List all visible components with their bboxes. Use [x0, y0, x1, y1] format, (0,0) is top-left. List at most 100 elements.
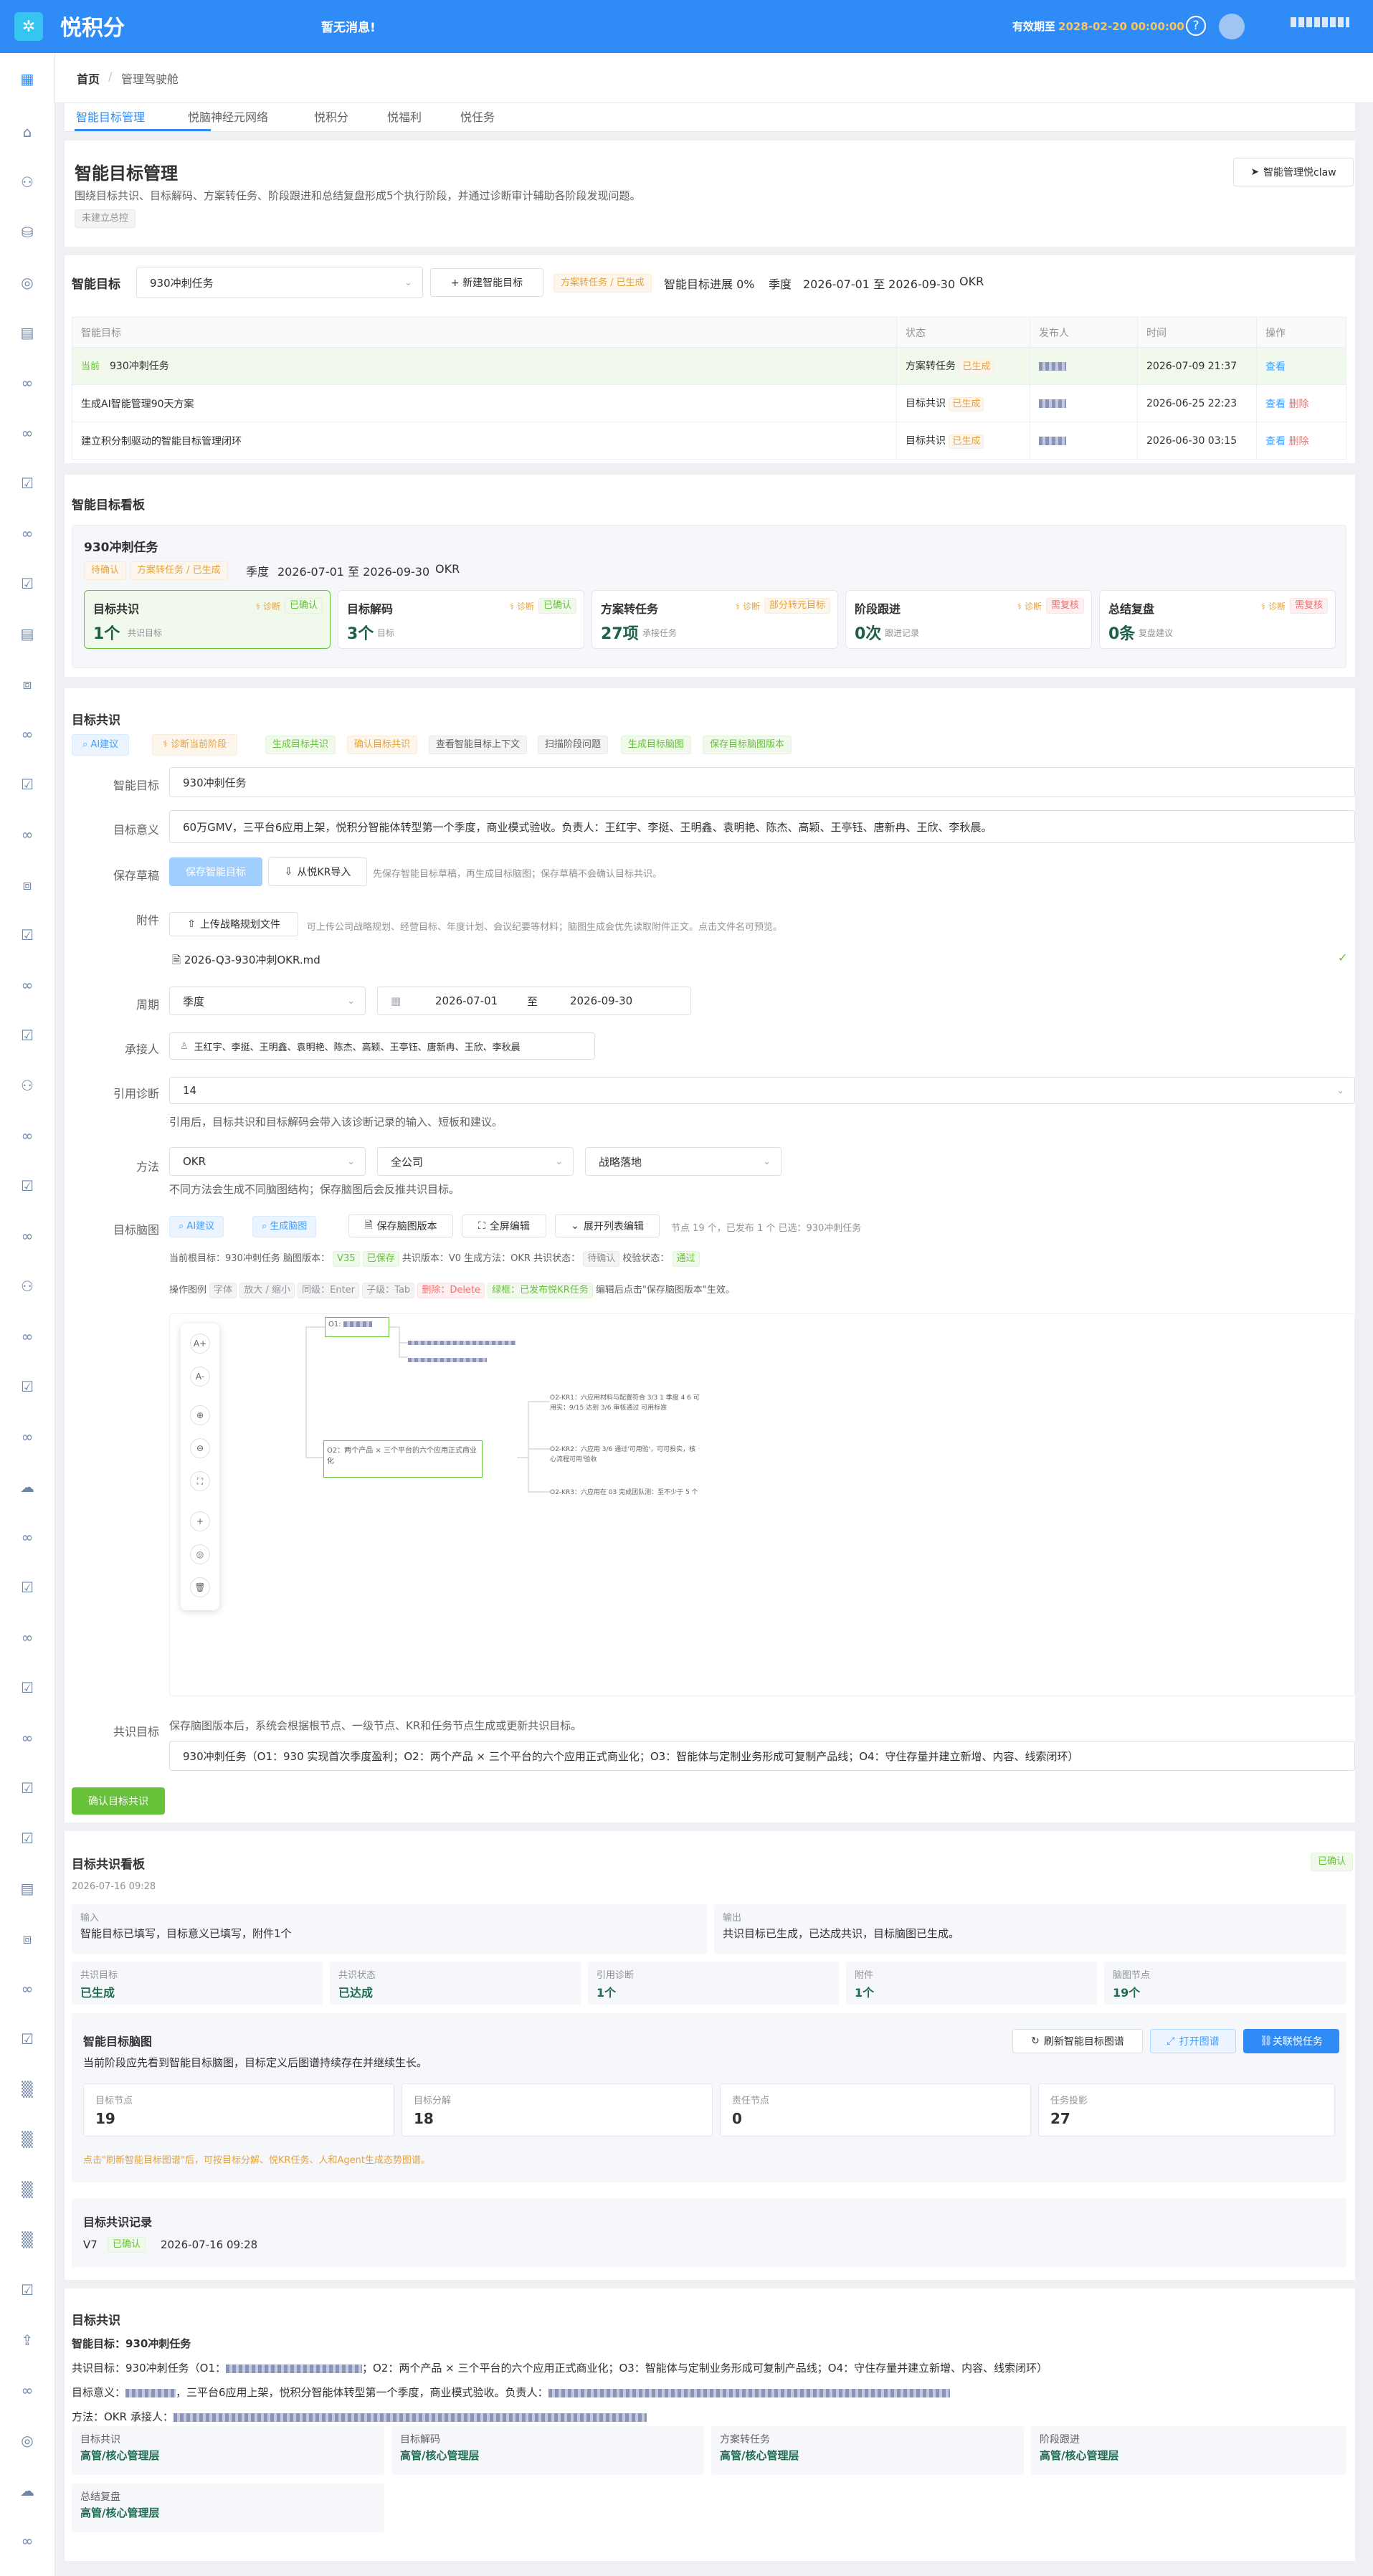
font-increase-icon[interactable]: A+ — [190, 1334, 210, 1354]
claw-button[interactable]: ➤ 智能管理悦claw — [1233, 158, 1354, 186]
share-field[interactable]: 930冲刺任务（O1：930 实现首次季度盈利；O2：两个产品 × 三个平台的六… — [169, 1741, 1355, 1771]
help-icon[interactable]: ? — [1186, 16, 1206, 36]
diagnose-icon[interactable]: ⚕ 诊断 — [736, 600, 760, 612]
diagnose-icon[interactable]: ⚕ 诊断 — [1261, 600, 1286, 612]
database-icon[interactable]: ⛁ — [14, 219, 40, 245]
avatar[interactable] — [1219, 14, 1245, 39]
target-icon[interactable]: ◎ — [14, 270, 40, 295]
user-name-blurred[interactable] — [1291, 17, 1349, 27]
mindmap-canvas[interactable]: O1: O2：两个产品 × 三个平台的六个应用正式商业化 O2-KR1：六应用材… — [169, 1313, 1355, 1696]
link-icon[interactable]: ∞ — [14, 721, 40, 747]
cloud-icon[interactable]: ☁ — [14, 1474, 40, 1500]
link-icon[interactable]: ∞ — [14, 822, 40, 847]
mindmap-node-blurred[interactable] — [408, 1336, 516, 1349]
notice-text[interactable]: 暂无消息! — [321, 17, 376, 35]
open-graph-button[interactable]: ⤢ 打开图谱 — [1150, 2029, 1236, 2053]
link-icon[interactable]: ∞ — [14, 370, 40, 396]
view-link[interactable]: 查看 — [1265, 399, 1286, 410]
org-icon[interactable]: ⚇ — [14, 1273, 40, 1299]
refresh-graph-button[interactable]: ↻ 刷新智能目标图谱 — [1012, 2029, 1143, 2053]
import-kr-button[interactable]: ⇩ 从悦KR导入 — [268, 857, 367, 886]
mindmap-node-blurred[interactable] — [408, 1353, 487, 1366]
zoom-out-icon[interactable]: ⊖ — [190, 1438, 210, 1458]
confirm-consensus-tag[interactable]: 确认目标共识 — [347, 736, 418, 754]
font-decrease-icon[interactable]: A- — [190, 1367, 210, 1387]
org-icon[interactable]: ⚇ — [14, 169, 40, 195]
link-icon[interactable]: ∞ — [14, 972, 40, 998]
diagnose-icon[interactable]: ⚕ 诊断 — [1017, 600, 1042, 612]
task-icon[interactable]: ☑ — [14, 2026, 40, 2052]
avatar-blurred-icon[interactable]: ▒ — [14, 2126, 40, 2152]
home-icon[interactable]: ⌂ — [14, 119, 40, 145]
gen-mindmap-button[interactable]: 生成目标脑图 — [621, 736, 692, 754]
tab-points[interactable]: 悦积分 — [314, 108, 348, 125]
task-icon[interactable]: ☑ — [14, 2277, 40, 2303]
target-icon[interactable]: ◎ — [14, 2428, 40, 2453]
link-icon[interactable]: ∞ — [14, 2528, 40, 2554]
view-link[interactable]: 查看 — [1265, 361, 1286, 373]
org-icon[interactable]: ⚇ — [14, 1073, 40, 1098]
mindmap-node-kr2[interactable]: O2-KR2：六应用 3/6 通过'可用验'，可可投实，核心流程可用'验收 — [550, 1445, 700, 1465]
cite-select[interactable]: 14 ⌄ — [169, 1077, 1355, 1104]
ai-suggest-button[interactable]: ⌕ AI建议 — [72, 734, 130, 756]
task-icon[interactable]: ☑ — [14, 571, 40, 597]
link-task-button[interactable]: ⛓ 关联悦任务 — [1243, 2029, 1339, 2053]
mm-ai-button[interactable]: ⌕ AI建议 — [169, 1216, 224, 1237]
view-link[interactable]: 查看 — [1265, 436, 1286, 447]
gen-consensus-button[interactable]: 生成目标共识 — [265, 736, 336, 754]
table-row[interactable]: 生成AI智能管理90天方案 目标共识 已生成 2026-06-25 22:23 … — [72, 384, 1346, 422]
task-icon[interactable]: ☑ — [14, 470, 40, 496]
document-icon[interactable]: ▤ — [14, 320, 40, 346]
task-icon[interactable]: ☑ — [14, 1775, 40, 1801]
date-range-picker[interactable]: ▦ 2026-07-01 至 2026-09-30 — [377, 987, 691, 1015]
link-icon[interactable]: ∞ — [14, 2377, 40, 2403]
tab-welfare[interactable]: 悦福利 — [387, 108, 422, 125]
mindmap-node-kr3[interactable]: O2-KR3：六应用在 03 完成团队测：至不少于 5 个 — [550, 1488, 700, 1498]
table-row[interactable]: 建立积分制驱动的智能目标管理闭环 目标共识 已生成 2026-06-30 03:… — [72, 422, 1346, 460]
save-mindmap-version-button[interactable]: 保存目标脑图版本 — [703, 736, 792, 754]
task-icon[interactable]: ☑ — [14, 1374, 40, 1399]
save-goal-button[interactable]: 保存智能目标 — [169, 857, 262, 886]
document-icon[interactable]: ▤ — [14, 621, 40, 647]
file-item[interactable]: 🗎 2026-Q3-930冲刺OKR.md — [172, 952, 320, 971]
task-icon[interactable]: ☑ — [14, 1173, 40, 1199]
gift-icon[interactable]: ⧈ — [14, 671, 40, 697]
link-icon[interactable]: ∞ — [14, 1223, 40, 1249]
add-node-icon[interactable]: + — [190, 1511, 210, 1531]
stage-card-consensus[interactable]: 目标共识 ⚕ 诊断 已确认 1个 共识目标 — [84, 590, 331, 649]
diagnose-icon[interactable]: ⚕ 诊断 — [256, 600, 280, 612]
diagnose-icon[interactable]: ⚕ 诊断 — [510, 600, 534, 612]
link-icon[interactable]: ∞ — [14, 1123, 40, 1149]
link-icon[interactable]: ∞ — [14, 1524, 40, 1550]
task-icon[interactable]: ☑ — [14, 1022, 40, 1048]
goal-field[interactable]: 930冲刺任务 — [169, 767, 1355, 797]
mindmap-node-o2[interactable]: O2：两个产品 × 三个平台的六个应用正式商业化 — [323, 1440, 483, 1478]
task-icon[interactable]: ☑ — [14, 1825, 40, 1851]
task-icon[interactable]: ☑ — [14, 1675, 40, 1701]
link-icon[interactable]: ∞ — [14, 1976, 40, 2002]
grid-icon[interactable]: ▦ — [14, 66, 40, 92]
stage-card-decode[interactable]: 目标解码 ⚕ 诊断 已确认 3个 目标 — [338, 590, 584, 649]
avatar-blurred-icon[interactable]: ▒ — [14, 2076, 40, 2102]
upload-button[interactable]: ⇧ 上传战略规划文件 — [169, 912, 298, 936]
gift-icon[interactable]: ⧈ — [14, 872, 40, 898]
link-icon[interactable]: ∞ — [14, 521, 40, 546]
link-icon[interactable]: ∞ — [14, 1725, 40, 1751]
mm-gen-button[interactable]: ⌕ 生成脑图 — [252, 1216, 317, 1237]
breadcrumb-home[interactable]: 首页 — [77, 70, 100, 87]
link-icon[interactable]: ∞ — [14, 1323, 40, 1349]
file-name[interactable]: 2026-Q3-930冲刺OKR.md — [184, 954, 320, 966]
stage-card-plan[interactable]: 方案转任务 ⚕ 诊断 部分转元目标 27项 承接任务 — [592, 590, 838, 649]
link-icon[interactable]: ∞ — [14, 420, 40, 446]
task-icon[interactable]: ☑ — [14, 1574, 40, 1600]
zoom-in-icon[interactable]: ⊕ — [190, 1405, 210, 1425]
goal-select[interactable]: 930冲刺任务 ⌄ — [136, 267, 423, 298]
stage-card-follow[interactable]: 阶段跟进 ⚕ 诊断 需复核 0次 跟进记录 — [845, 590, 1092, 649]
confirm-consensus-button[interactable]: 确认目标共识 — [72, 1787, 165, 1815]
document-icon[interactable]: ▤ — [14, 1876, 40, 1901]
scan-issues-button[interactable]: 扫描阶段问题 — [538, 736, 609, 754]
scope-select[interactable]: 全公司 ⌄ — [377, 1147, 574, 1176]
fit-icon[interactable]: ⛶ — [190, 1471, 210, 1491]
avatar-blurred-icon[interactable]: ▒ — [14, 2227, 40, 2253]
strategy-select[interactable]: 战略落地 ⌄ — [585, 1147, 781, 1176]
